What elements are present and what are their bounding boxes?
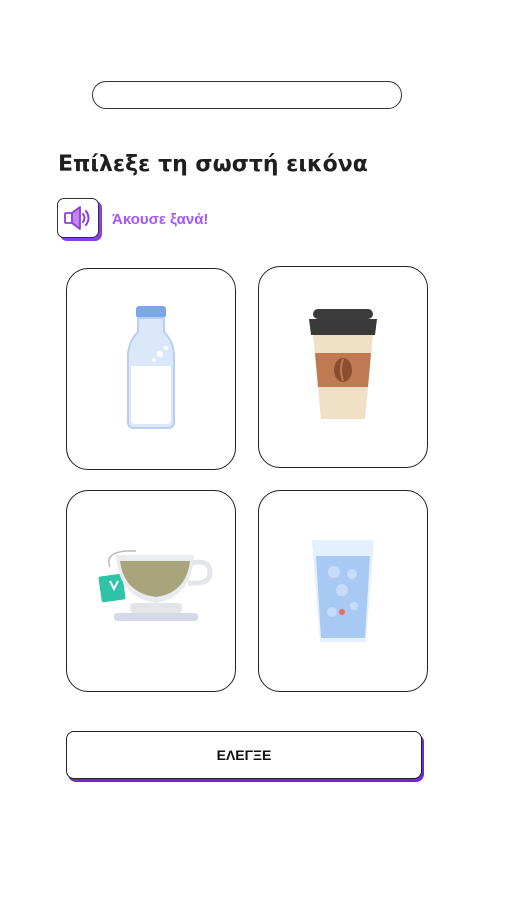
option-card-tea[interactable] xyxy=(66,490,236,692)
speaker-icon xyxy=(64,206,90,230)
coffee-cup-icon xyxy=(309,309,377,419)
water-glass-icon xyxy=(312,540,374,642)
progress-bar xyxy=(92,81,402,109)
page-title: Επίλεξε τη σωστή εικόνα xyxy=(58,152,368,177)
option-card-coffee[interactable] xyxy=(258,266,428,468)
milk-bottle-icon xyxy=(127,306,175,429)
listen-again-link[interactable]: Άκουσε ξανά! xyxy=(112,211,208,228)
tea-cup-icon xyxy=(98,550,213,621)
check-button[interactable]: ΕΛΕΓΞΕ xyxy=(66,731,422,779)
play-audio-button[interactable] xyxy=(57,198,99,238)
option-card-water[interactable] xyxy=(258,490,428,692)
option-card-milk[interactable] xyxy=(66,268,236,470)
